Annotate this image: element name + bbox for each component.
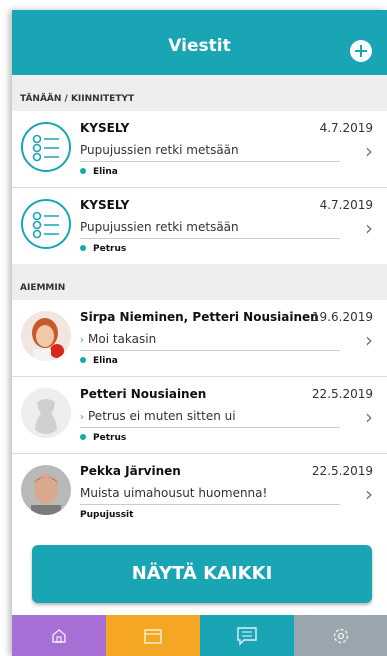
message-date: 4.7.2019 [319,198,373,212]
message-date: 22.5.2019 [311,387,373,401]
message-sender: Pupujussit [80,510,133,520]
sender-name: Elina [93,167,118,177]
page-title: Viestit [168,36,231,56]
section-header-today: TÄNÄÄN / KIINNITETYT [12,75,387,111]
message-title: Sirpa Nieminen, Petteri Nousiainen [80,310,319,324]
sender-name: Elina [93,356,118,366]
survey-icon [21,199,71,249]
subtitle-text: Pupujussien retki metsään [80,143,239,157]
message-row[interactable]: KYSELY 4.7.2019 Pupujussien retki metsää… [12,188,387,264]
tab-settings[interactable] [294,615,387,656]
message-row[interactable]: Sirpa Nieminen, Petteri Nousiainen 19.6.… [12,300,387,377]
survey-icon [21,122,71,172]
section-label: AIEMMIN [20,283,66,293]
message-subtitle: Pupujussien retki metsään [80,220,239,234]
divider [80,161,340,162]
message-sender: Petrus [80,433,126,443]
divider [80,350,340,351]
chevron-right-icon[interactable]: › [365,216,373,240]
message-subtitle: › Moi takasin [80,332,156,346]
subtitle-text: Moi takasin [88,332,157,346]
reply-arrow-icon: › [80,335,84,346]
unread-dot [80,356,86,363]
subtitle-text: Muista uimahousut huomenna! [80,486,268,500]
message-date: 22.5.2019 [311,464,373,478]
sender-name: Pupujussit [80,510,134,520]
message-title: Petteri Nousiainen [80,387,207,401]
tab-calendar[interactable] [106,615,200,656]
message-subtitle: Muista uimahousut huomenna! [80,486,267,500]
message-row[interactable]: KYSELY 4.7.2019 Pupujussien retki metsää… [12,111,387,188]
avatar [21,311,71,361]
subtitle-text: Petrus ei muten sitten ui [88,409,236,423]
header: Viestit [12,10,387,75]
divider [80,427,340,428]
message-sender: Elina [80,356,118,366]
section-label: TÄNÄÄN / KIINNITETYT [20,94,135,104]
tab-home[interactable] [12,615,106,656]
message-sender: Elina [80,167,118,177]
chevron-right-icon[interactable]: › [365,139,373,163]
subtitle-text: Pupujussien retki metsään [80,220,239,234]
chevron-right-icon[interactable]: › [365,405,373,429]
message-title: Pekka Järvinen [80,464,181,478]
section-header-earlier: AIEMMIN [12,264,387,300]
tab-messages[interactable] [200,615,294,656]
home-icon [52,628,66,643]
message-subtitle: › Petrus ei muten sitten ui [80,409,236,423]
messages-icon [237,626,257,646]
avatar-placeholder-icon [21,388,71,438]
sender-name: Petrus [93,244,127,254]
message-subtitle: Pupujussien retki metsään [80,143,239,157]
message-date: 4.7.2019 [319,121,373,135]
chevron-right-icon[interactable]: › [365,328,373,352]
unread-dot [80,244,86,251]
message-title: KYSELY [80,198,130,212]
divider [80,504,340,505]
sender-name: Petrus [93,433,127,443]
message-row[interactable]: Petteri Nousiainen 22.5.2019 › Petrus ei … [12,377,387,454]
divider [80,238,340,239]
bottom-tab-bar [12,615,387,656]
message-row[interactable]: Pekka Järvinen 22.5.2019 Muista uimahous… [12,454,387,530]
avatar [21,465,71,515]
settings-icon [333,628,348,643]
calendar-icon [144,628,162,644]
unread-dot [80,433,86,440]
show-all-button[interactable]: NÄYTÄ KAIKKI [32,545,372,603]
app-frame: Viestit TÄNÄÄN / KIINNITETYT KYSELY 4.7.… [12,10,387,656]
reply-arrow-icon: › [80,412,84,423]
chevron-right-icon[interactable]: › [365,482,373,506]
message-sender: Petrus [80,244,126,254]
add-message-button[interactable] [350,40,372,62]
message-title: KYSELY [80,121,130,135]
message-date: 19.6.2019 [311,310,373,324]
unread-dot [80,167,86,174]
